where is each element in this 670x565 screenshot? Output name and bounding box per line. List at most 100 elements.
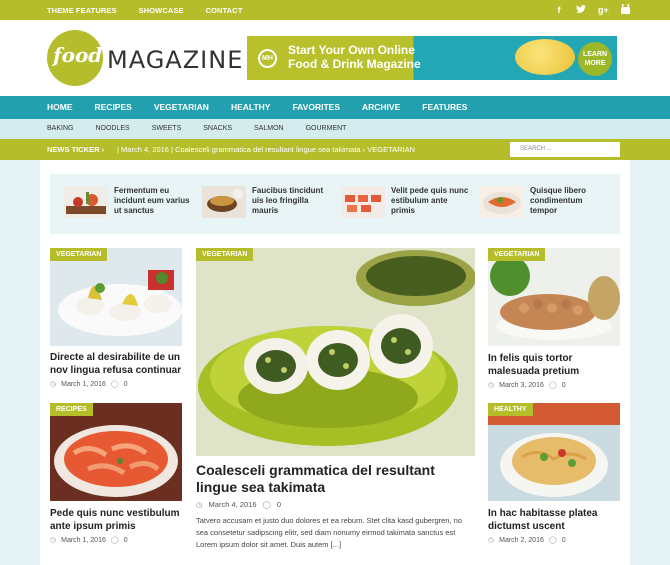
- clock-icon: ◷: [196, 500, 203, 509]
- featured-title[interactable]: Faucibus tincidunt uis leo fringilla mau…: [252, 186, 332, 216]
- ticker-arrow-icon: ›: [101, 145, 105, 154]
- cta-line-2: MORE: [584, 60, 606, 67]
- article-date: March 4, 2016: [208, 500, 257, 509]
- comment-count[interactable]: 0: [562, 382, 566, 389]
- featured-article-meta: ◷ March 4, 2016 ◯ 0: [196, 500, 281, 509]
- comment-count[interactable]: 0: [277, 500, 281, 509]
- ad-banner[interactable]: MH Start Your Own Online Food & Drink Ma…: [247, 36, 617, 80]
- banner-text: Start Your Own Online Food & Drink Magaz…: [288, 43, 421, 71]
- subnav-noodles[interactable]: NOODLES: [95, 119, 151, 139]
- facebook-icon[interactable]: f: [554, 5, 564, 15]
- article-card[interactable]: RECIPES Pede quis nunc vestibulum ante i…: [50, 403, 182, 548]
- clock-icon: ◷: [488, 537, 495, 544]
- nav-favorites[interactable]: FAVORITES: [281, 96, 351, 119]
- article-meta: ◷ March 1, 2016 ◯ 0: [50, 536, 128, 545]
- clock-icon: ◷: [50, 537, 57, 544]
- link-theme-features[interactable]: THEME FEATURES: [47, 6, 117, 15]
- logo-title[interactable]: MAGAZINE: [107, 46, 243, 74]
- comment-icon: ◯: [548, 537, 557, 544]
- ticker-label: NEWS TICKER ›: [47, 139, 104, 160]
- ticker-item[interactable]: | March 4, 2016 | Coalesceli grammatica …: [117, 139, 415, 160]
- search-input[interactable]: SEARCH ...: [510, 142, 620, 157]
- article-date: March 1, 2016: [61, 380, 106, 388]
- news-ticker: NEWS TICKER › | March 4, 2016 | Coalesce…: [0, 139, 670, 160]
- comment-icon: ◯: [548, 382, 557, 389]
- article-image[interactable]: [50, 403, 182, 501]
- featured-title[interactable]: Fermentum eu incidunt eum varius ut sanc…: [114, 186, 194, 216]
- sub-nav: BAKING NOODLES SWEETS SNACKS SALMON GOUR…: [0, 119, 670, 139]
- article-date: March 3, 2016: [499, 381, 544, 389]
- category-badge[interactable]: HEALTHY: [488, 403, 533, 416]
- subnav-baking[interactable]: BAKING: [47, 119, 95, 139]
- top-links: THEME FEATURES SHOWCASE CONTACT: [47, 0, 242, 20]
- comment-count[interactable]: 0: [562, 537, 566, 544]
- learn-more-button[interactable]: LEARN MORE: [578, 42, 612, 76]
- banner-line-1: Start Your Own Online: [288, 43, 415, 57]
- featured-thumb: [341, 186, 385, 218]
- category-badge[interactable]: RECIPES: [50, 403, 93, 416]
- youtube-icon[interactable]: [620, 4, 630, 16]
- article-meta: ◷ March 3, 2016 ◯ 0: [488, 381, 566, 390]
- article-title[interactable]: In hac habitasse platea dictumst uscent: [488, 507, 620, 533]
- featured-article-title[interactable]: Coalesceli grammatica del resultant ling…: [196, 462, 476, 496]
- featured-item[interactable]: Quisque libero condimentum tempor: [480, 186, 615, 222]
- featured-item[interactable]: Fermentum eu incidunt eum varius ut sanc…: [64, 186, 199, 222]
- subnav-sweets[interactable]: SWEETS: [152, 119, 204, 139]
- article-title[interactable]: Pede quis nunc vestibulum ante ipsum pri…: [50, 507, 182, 533]
- article-date: March 1, 2016: [61, 536, 106, 544]
- clock-icon: ◷: [488, 382, 495, 389]
- nav-home[interactable]: HOME: [47, 96, 84, 119]
- featured-item[interactable]: Faucibus tincidunt uis leo fringilla mau…: [202, 186, 337, 222]
- featured-thumb: [64, 186, 108, 218]
- featured-title[interactable]: Quisque libero condimentum tempor: [530, 186, 610, 216]
- cta-line-1: LEARN: [582, 51, 608, 58]
- comment-count[interactable]: 0: [124, 381, 128, 388]
- nav-recipes[interactable]: RECIPES: [84, 96, 143, 119]
- subnav-snacks[interactable]: SNACKS: [203, 119, 254, 139]
- featured-thumb: [480, 186, 524, 218]
- comment-count[interactable]: 0: [124, 537, 128, 544]
- article-image[interactable]: [488, 248, 620, 346]
- featured-title[interactable]: Velit pede quis nunc estibulum ante prim…: [391, 186, 471, 216]
- subnav-salmon[interactable]: SALMON: [254, 119, 306, 139]
- featured-article-card[interactable]: VEGETARIAN: [196, 248, 476, 456]
- article-image[interactable]: [50, 248, 182, 346]
- article-image[interactable]: [196, 248, 476, 456]
- category-badge[interactable]: VEGETARIAN: [50, 248, 108, 261]
- top-bar: THEME FEATURES SHOWCASE CONTACT f g+: [0, 0, 670, 20]
- site-header: food MAGAZINE MH Start Your Own Online F…: [0, 20, 670, 96]
- banner-badge: MH: [258, 49, 277, 68]
- ticker-label-text: NEWS TICKER: [47, 145, 100, 154]
- nav-healthy[interactable]: HEALTHY: [220, 96, 282, 119]
- subnav-gourment[interactable]: GOURMENT: [306, 119, 369, 139]
- nav-vegetarian[interactable]: VEGETARIAN: [143, 96, 220, 119]
- lemon-image: [515, 39, 575, 75]
- featured-strip: Fermentum eu incidunt eum varius ut sanc…: [50, 174, 620, 234]
- google-plus-icon[interactable]: g+: [598, 5, 609, 15]
- link-showcase[interactable]: SHOWCASE: [139, 6, 184, 15]
- category-badge[interactable]: VEGETARIAN: [488, 248, 546, 261]
- article-card[interactable]: VEGETARIAN Directe al desirabilite de un…: [50, 248, 182, 393]
- featured-item[interactable]: Velit pede quis nunc estibulum ante prim…: [341, 186, 476, 222]
- clock-icon: ◷: [50, 381, 57, 388]
- logo[interactable]: food: [47, 30, 103, 86]
- nav-features[interactable]: FEATURES: [411, 96, 478, 119]
- article-title[interactable]: In felis quis tortor malesuada pretium: [488, 352, 620, 378]
- nav-archive[interactable]: ARCHIVE: [351, 96, 411, 119]
- logo-word: food: [53, 43, 103, 67]
- featured-article-excerpt: Tatvero accusam et justo duo dolores et …: [196, 516, 462, 549]
- article-image[interactable]: [488, 403, 620, 501]
- twitter-icon[interactable]: [576, 4, 586, 16]
- article-card[interactable]: HEALTHY In hac habitasse platea dictumst…: [488, 403, 620, 548]
- article-card[interactable]: VEGETARIAN In felis quis tortor malesuad…: [488, 248, 620, 393]
- article-meta: ◷ March 1, 2016 ◯ 0: [50, 380, 128, 389]
- comment-icon: ◯: [262, 500, 271, 509]
- link-contact[interactable]: CONTACT: [206, 6, 243, 15]
- category-badge[interactable]: VEGETARIAN: [196, 248, 254, 261]
- comment-icon: ◯: [110, 381, 119, 388]
- comment-icon: ◯: [110, 537, 119, 544]
- featured-thumb: [202, 186, 246, 218]
- article-date: March 2, 2016: [499, 536, 544, 544]
- article-meta: ◷ March 2, 2016 ◯ 0: [488, 536, 566, 545]
- article-title[interactable]: Directe al desirabilite de un nov lingua…: [50, 351, 182, 377]
